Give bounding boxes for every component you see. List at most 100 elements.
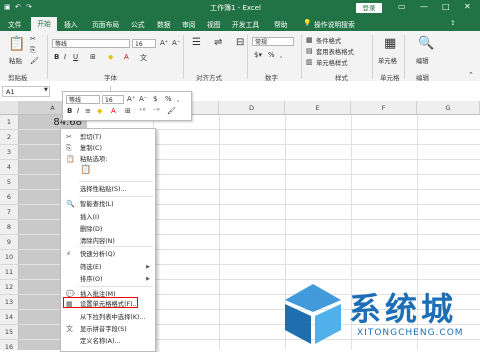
menu-copy[interactable]: ⎘ 复制(C): [61, 143, 155, 154]
cell-styles-button[interactable]: 单元格样式: [316, 58, 347, 67]
row-header[interactable]: 6: [0, 190, 19, 205]
tab-data[interactable]: 数据: [157, 19, 171, 29]
column-header-g[interactable]: G: [417, 101, 480, 115]
menu-phonetic[interactable]: 文显示拼音字段(S): [61, 324, 155, 335]
font-color-icon[interactable]: A: [111, 107, 116, 115]
menu-insert[interactable]: 插入(I): [61, 212, 155, 223]
shrink-font-icon[interactable]: A⁻: [172, 39, 180, 47]
close-icon[interactable]: ✕: [464, 2, 471, 11]
tab-file[interactable]: 文件: [8, 19, 22, 29]
format-table-icon[interactable]: ▤: [306, 47, 313, 55]
row-header[interactable]: 10: [0, 250, 19, 265]
menu-paste-options[interactable]: 📋 粘贴选项:: [61, 154, 155, 165]
row-header[interactable]: 1: [0, 115, 19, 130]
menu-smart-lookup[interactable]: 🔍 智能查找(L): [61, 199, 155, 210]
italic-icon[interactable]: I: [64, 53, 66, 61]
fill-color-icon[interactable]: ◆: [97, 107, 102, 115]
row-header[interactable]: 3: [0, 145, 19, 160]
menu-filter[interactable]: 筛选(E) ▶: [61, 262, 155, 273]
maximize-icon[interactable]: □: [442, 2, 450, 11]
cells-button[interactable]: 单元格: [378, 56, 397, 65]
paste-icon[interactable]: 📋: [8, 36, 25, 52]
mini-font-select[interactable]: 等线: [66, 95, 100, 104]
copy-icon[interactable]: ⎘: [30, 46, 36, 55]
increase-decimal-icon[interactable]: ⁺⁰: [139, 107, 146, 115]
row-header[interactable]: 14: [0, 310, 19, 325]
grow-font-icon[interactable]: A⁺: [160, 39, 168, 47]
share-icon[interactable]: ⇪: [450, 19, 456, 27]
row-header[interactable]: 4: [0, 160, 19, 175]
conditional-format-icon[interactable]: ▦: [306, 36, 313, 44]
format-painter-icon[interactable]: 🖌: [167, 107, 176, 115]
borders-icon[interactable]: ⊞: [90, 53, 96, 61]
phonetic-icon[interactable]: 文: [140, 53, 147, 63]
tab-help[interactable]: 帮助: [274, 19, 288, 29]
row-header[interactable]: 5: [0, 175, 19, 190]
login-button[interactable]: 登录: [356, 3, 382, 13]
menu-sort[interactable]: 排序(O) ▶: [61, 274, 155, 285]
chevron-down-icon[interactable]: ▼: [44, 87, 48, 93]
currency-icon[interactable]: $: [153, 95, 157, 103]
tab-formulas[interactable]: 公式: [131, 19, 145, 29]
decrease-decimal-icon[interactable]: ⁻⁰: [153, 107, 160, 115]
conditional-format-button[interactable]: 条件格式: [316, 36, 341, 45]
collapse-ribbon-icon[interactable]: ⌃: [468, 71, 474, 79]
underline-icon[interactable]: U: [73, 53, 78, 61]
menu-clear[interactable]: 清除内容(N): [61, 236, 155, 247]
menu-pick-from-list[interactable]: 从下拉列表中选择(K)...: [61, 312, 155, 323]
row-header[interactable]: 8: [0, 220, 19, 235]
minimize-icon[interactable]: —: [420, 2, 428, 11]
menu-delete[interactable]: 删除(D): [61, 224, 155, 235]
number-format-select[interactable]: 常规: [252, 37, 294, 46]
grow-font-icon[interactable]: A⁺: [127, 95, 135, 103]
row-header[interactable]: 11: [0, 265, 19, 280]
merge-icon[interactable]: ⊟: [236, 37, 244, 48]
bold-icon[interactable]: B: [54, 53, 59, 61]
editing-button[interactable]: 编辑: [416, 56, 429, 65]
column-header-f[interactable]: F: [351, 101, 417, 115]
tab-home[interactable]: 开始: [31, 17, 57, 31]
menu-quick-analysis[interactable]: ⚡ 快速分析(Q): [61, 249, 155, 260]
menu-paste-icons[interactable]: 📋: [61, 165, 155, 181]
name-box[interactable]: A1: [2, 86, 50, 97]
column-header-e[interactable]: E: [285, 101, 351, 115]
menu-paste-special[interactable]: 选择性粘贴(S)...: [61, 184, 155, 195]
save-icon[interactable]: ▣: [4, 3, 11, 11]
tab-review[interactable]: 审阅: [182, 19, 196, 29]
align-icon[interactable]: ☰: [192, 37, 201, 48]
comma-icon[interactable]: ,: [177, 95, 179, 103]
fill-color-icon[interactable]: ◆: [108, 53, 113, 61]
comma-icon[interactable]: ,: [280, 51, 282, 59]
undo-icon[interactable]: ↶: [15, 3, 21, 11]
tab-page-layout[interactable]: 页面布局: [92, 19, 119, 29]
column-header-d[interactable]: D: [219, 101, 285, 115]
menu-define-name[interactable]: 定义名称(A)...: [61, 336, 155, 347]
redo-icon[interactable]: ↷: [26, 3, 32, 11]
tab-view[interactable]: 视图: [207, 19, 221, 29]
tab-insert[interactable]: 插入: [64, 19, 78, 29]
paste-icon[interactable]: 📋: [80, 165, 91, 176]
row-header[interactable]: 15: [0, 325, 19, 340]
tell-me-search[interactable]: 操作说明搜索: [314, 19, 355, 29]
search-icon[interactable]: 🔍: [418, 36, 434, 51]
tab-developer[interactable]: 开发工具: [232, 19, 259, 29]
row-header[interactable]: 7: [0, 205, 19, 220]
cut-icon[interactable]: ✂: [30, 35, 36, 43]
cells-icon[interactable]: ▦: [384, 36, 396, 51]
align-center-icon[interactable]: ≡: [85, 107, 91, 115]
format-painter-icon[interactable]: 🖌: [30, 57, 39, 65]
mini-percent[interactable]: %: [165, 95, 172, 103]
currency-icon[interactable]: $▾: [254, 51, 262, 59]
row-header[interactable]: 16: [0, 340, 19, 350]
mini-size-select[interactable]: 16: [102, 95, 124, 104]
shrink-font-icon[interactable]: A⁻: [139, 95, 147, 103]
row-header[interactable]: 12: [0, 280, 19, 295]
format-table-button[interactable]: 套用表格格式: [316, 47, 354, 56]
row-header[interactable]: 9: [0, 235, 19, 250]
menu-cut[interactable]: ✂ 剪切(T): [61, 132, 155, 143]
ribbon-display-icon[interactable]: ▭: [398, 2, 406, 11]
borders-icon[interactable]: ⊞: [125, 107, 131, 115]
font-name-select[interactable]: 等线: [52, 39, 130, 48]
italic-icon[interactable]: I: [77, 107, 79, 115]
select-all-corner[interactable]: [0, 101, 19, 115]
